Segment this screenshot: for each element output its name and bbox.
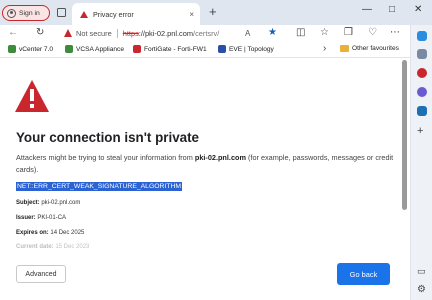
advanced-button[interactable]: Advanced bbox=[16, 265, 66, 283]
outlook-icon[interactable] bbox=[417, 106, 427, 116]
refresh-button[interactable]: ↻ bbox=[36, 27, 44, 39]
close-window-button[interactable]: ✕ bbox=[414, 4, 422, 16]
minimize-button[interactable]: — bbox=[362, 4, 372, 16]
add-sidebar-app-icon[interactable]: + bbox=[417, 126, 423, 137]
error-description: Attackers might be trying to steal your … bbox=[16, 153, 394, 174]
page-title: Your connection isn't private bbox=[16, 130, 199, 145]
copilot-icon[interactable] bbox=[417, 31, 427, 41]
exclamation-mark bbox=[29, 89, 35, 108]
error-code[interactable]: NET::ERR_CERT_WEAK_SIGNATURE_ALGORITHM bbox=[16, 182, 183, 191]
other-favourites-folder[interactable]: Other favourites bbox=[340, 45, 399, 52]
read-aloud-icon[interactable]: A bbox=[245, 28, 250, 40]
fortigate-icon bbox=[133, 45, 141, 53]
vcenter-icon bbox=[8, 45, 16, 53]
url-path: /certsrv/ bbox=[193, 28, 220, 38]
favourite-fortigate[interactable]: FortiGate - Forti-FW1 bbox=[133, 45, 207, 53]
sidebar-settings-icon[interactable]: ⚙ bbox=[417, 284, 426, 295]
favourites-overflow-icon[interactable]: › bbox=[323, 43, 326, 54]
tools-icon[interactable] bbox=[417, 68, 427, 78]
folder-icon bbox=[340, 45, 349, 52]
favourite-label: EVE | Topology bbox=[229, 45, 274, 53]
warning-icon bbox=[80, 10, 88, 18]
sign-in-label: Sign in bbox=[19, 9, 40, 17]
certificate-expiry: Expires on: 14 Dec 2025 bbox=[16, 230, 85, 236]
new-tab-button[interactable]: + bbox=[209, 5, 217, 19]
current-date: Current date: 15 Dec 2023 bbox=[16, 244, 90, 250]
favourite-vcsa[interactable]: VCSA Appliance bbox=[65, 45, 124, 53]
certificate-issuer: Issuer: PKI-01-CA bbox=[16, 215, 67, 221]
other-favourites-label: Other favourites bbox=[352, 45, 399, 52]
page-scrollbar[interactable] bbox=[402, 60, 407, 210]
error-page: Your connection isn't private Attackers … bbox=[0, 58, 410, 300]
error-host: pki-02.pnl.com bbox=[194, 153, 246, 162]
split-screen-icon[interactable]: ◫ bbox=[296, 27, 305, 39]
tab-actions-icon[interactable] bbox=[57, 8, 66, 17]
favourite-vcenter[interactable]: vCenter 7.0 bbox=[8, 45, 53, 53]
tab-close-icon[interactable]: × bbox=[189, 10, 194, 19]
extensions-icon[interactable]: ♡ bbox=[368, 27, 377, 39]
maximize-button[interactable]: □ bbox=[389, 4, 395, 16]
favourites-bar: vCenter 7.0 VCSA Appliance FortiGate - F… bbox=[0, 42, 410, 58]
profile-icon bbox=[7, 8, 16, 18]
not-secure-icon[interactable] bbox=[64, 29, 72, 37]
more-options-icon[interactable]: ⋯ bbox=[390, 27, 400, 39]
sidebar-layout-icon[interactable]: ▭ bbox=[417, 266, 426, 277]
favourite-label: FortiGate - Forti-FW1 bbox=[144, 45, 207, 53]
address-bar[interactable]: Not secure https ://pki-02.pnl.com /cert… bbox=[60, 26, 288, 40]
back-button[interactable]: ← bbox=[8, 27, 18, 39]
not-secure-label[interactable]: Not secure bbox=[76, 29, 112, 38]
sidebar: + ▭ ⚙ bbox=[410, 25, 432, 300]
sign-in-button[interactable]: Sign in bbox=[2, 5, 50, 21]
tab-privacy-error[interactable]: Privacy error × bbox=[72, 3, 200, 25]
certificate-subject: Subject: pki-02.pnl.com bbox=[16, 200, 81, 206]
favourite-star-icon[interactable]: ★ bbox=[268, 27, 277, 39]
divider bbox=[116, 28, 118, 38]
shopping-icon[interactable] bbox=[417, 49, 427, 59]
url-scheme: https bbox=[122, 28, 139, 38]
go-back-button[interactable]: Go back bbox=[337, 263, 390, 285]
eve-icon bbox=[218, 45, 226, 53]
games-icon[interactable] bbox=[417, 87, 427, 97]
tab-title: Privacy error bbox=[93, 9, 134, 19]
url-host: ://pki-02.pnl.com bbox=[138, 28, 194, 38]
vcsa-icon bbox=[65, 45, 73, 53]
collections-icon[interactable]: ❒ bbox=[344, 27, 353, 39]
favourite-eve[interactable]: EVE | Topology bbox=[218, 45, 274, 53]
favourite-label: vCenter 7.0 bbox=[19, 45, 54, 53]
title-bar: Sign in Privacy error × + — □ ✕ bbox=[0, 0, 432, 25]
favourite-label: VCSA Appliance bbox=[76, 45, 125, 53]
favourites-icon[interactable]: ☆ bbox=[320, 27, 329, 39]
navigation-bar: ← ↻ Not secure https ://pki-02.pnl.com /… bbox=[0, 25, 432, 42]
